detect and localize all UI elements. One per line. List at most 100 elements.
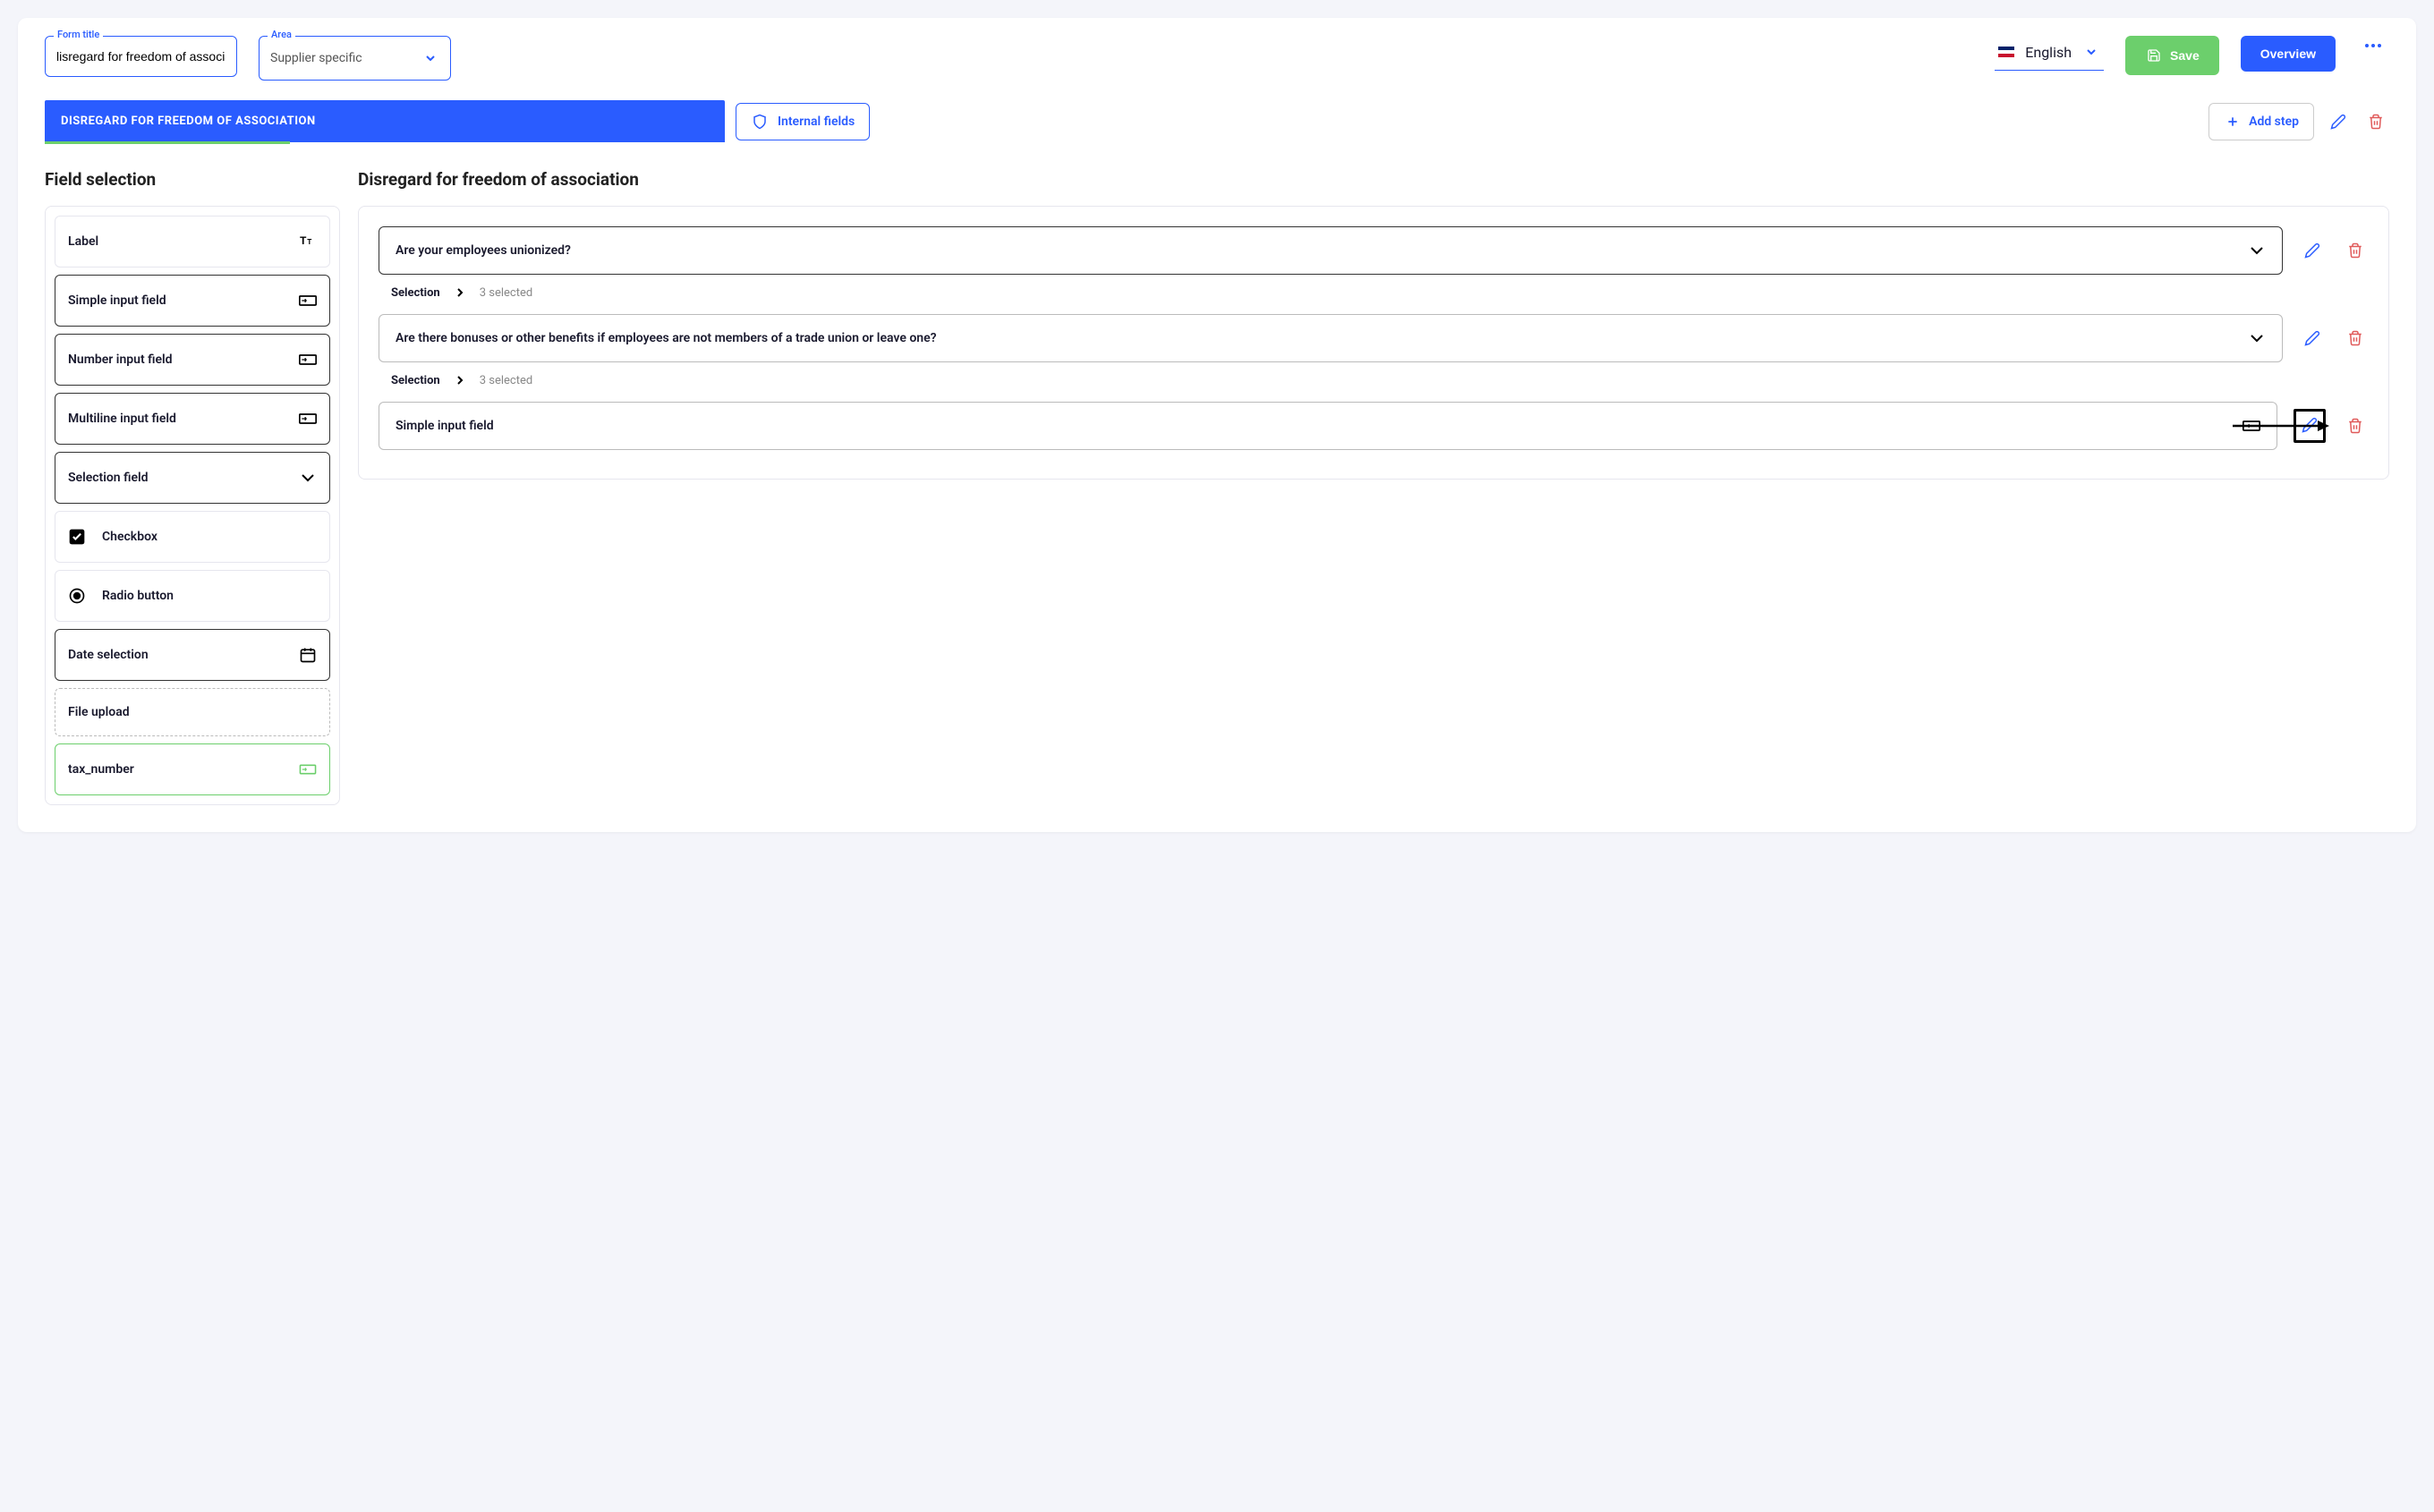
annotation-highlight [2294, 409, 2326, 443]
shield-icon [751, 113, 769, 131]
content-title: Disregard for freedom of association [358, 169, 2389, 190]
add-step-label: Add step [2249, 115, 2299, 129]
palette-item-label: File upload [68, 705, 130, 719]
edit-field-button[interactable] [2300, 415, 2319, 435]
question-box[interactable]: Simple input field [379, 402, 2277, 450]
field-palette-label[interactable]: Label TT [55, 216, 330, 268]
question-box[interactable]: Are there bonuses or other benefits if e… [379, 314, 2283, 362]
field-selection-sidebar: Field selection Label TT Simple input fi… [45, 169, 340, 805]
chevron-right-icon [451, 371, 469, 389]
area-value: Supplier specific [270, 51, 362, 65]
selection-summary: Selection 3 selected [391, 284, 2369, 302]
chevron-down-icon [299, 469, 317, 487]
palette-item-label: Multiline input field [68, 412, 176, 426]
palette-item-label: Checkbox [102, 530, 157, 544]
more-icon [2364, 43, 2382, 48]
question-text: Are your employees unionized? [396, 243, 571, 258]
palette-item-label: Label [68, 234, 98, 249]
pencil-icon [2330, 114, 2346, 130]
field-palette-list: Label TT Simple input field Number input… [45, 206, 340, 805]
checkbox-icon [68, 528, 86, 546]
svg-text:T: T [300, 234, 307, 247]
area-label: Area [268, 29, 295, 40]
palette-item-label: Number input field [68, 353, 173, 367]
main-row: Field selection Label TT Simple input fi… [45, 169, 2389, 805]
field-palette-number-input[interactable]: Number input field [55, 334, 330, 386]
trash-icon [2347, 418, 2363, 434]
palette-item-label: Date selection [68, 648, 149, 662]
edit-step-button[interactable] [2325, 108, 2352, 135]
add-step-button[interactable]: Add step [2208, 103, 2314, 140]
palette-item-label: Radio button [102, 589, 174, 603]
form-title-field-wrap: Form title [45, 36, 237, 77]
save-button[interactable]: Save [2125, 36, 2219, 75]
delete-step-button[interactable] [2362, 108, 2389, 135]
plus-icon [2224, 113, 2242, 131]
trash-icon [2368, 114, 2384, 130]
delete-field-button[interactable] [2342, 325, 2369, 352]
question-box[interactable]: Are your employees unionized? [379, 226, 2283, 275]
dropdown-icon [2082, 43, 2100, 61]
field-palette-radio[interactable]: Radio button [55, 570, 330, 622]
svg-text:T: T [307, 238, 311, 247]
dropdown-icon [421, 49, 439, 67]
selection-count: 3 selected [480, 374, 532, 387]
flag-uk-icon [1998, 47, 2014, 57]
trash-icon [2347, 330, 2363, 346]
palette-item-label: Simple input field [68, 293, 166, 308]
palette-item-label: tax_number [68, 762, 134, 777]
chevron-right-icon [451, 284, 469, 302]
field-palette-date[interactable]: Date selection [55, 629, 330, 681]
internal-fields-button[interactable]: Internal fields [736, 103, 870, 140]
step-tab-label: DISREGARD FOR FREEDOM OF ASSOCIATION [61, 115, 316, 128]
internal-fields-label: Internal fields [778, 115, 855, 129]
selection-count: 3 selected [480, 286, 532, 300]
pencil-icon [2302, 417, 2318, 433]
form-field-row: Are your employees unionized? [379, 226, 2369, 275]
more-menu-button[interactable] [2357, 36, 2389, 55]
area-field-wrap: Area Supplier specific [259, 36, 451, 81]
delete-field-button[interactable] [2342, 237, 2369, 264]
form-title-input[interactable] [45, 36, 237, 77]
edit-field-button[interactable] [2299, 237, 2326, 264]
input-icon [2243, 417, 2260, 435]
field-palette-selection[interactable]: Selection field [55, 452, 330, 504]
field-palette-checkbox[interactable]: Checkbox [55, 511, 330, 563]
calendar-icon [299, 646, 317, 664]
pencil-icon [2304, 242, 2320, 259]
pencil-icon [2304, 330, 2320, 346]
chevron-down-icon [2248, 329, 2266, 347]
selection-summary: Selection 3 selected [391, 371, 2369, 389]
text-format-icon: TT [299, 233, 317, 251]
input-icon [299, 760, 317, 778]
selection-label: Selection [391, 286, 440, 300]
input-icon [299, 351, 317, 369]
content-column: Disregard for freedom of association Are… [358, 169, 2389, 805]
form-field-row: Are there bonuses or other benefits if e… [379, 314, 2369, 362]
overview-button[interactable]: Overview [2241, 36, 2336, 72]
form-builder-card: Form title Area Supplier specific Englis… [18, 18, 2416, 832]
delete-field-button[interactable] [2342, 412, 2369, 439]
field-palette-multiline-input[interactable]: Multiline input field [55, 393, 330, 445]
trash-icon [2347, 242, 2363, 259]
language-value: English [2025, 44, 2072, 61]
save-icon [2145, 47, 2163, 64]
sidebar-title: Field selection [45, 169, 340, 190]
step-tab-active[interactable]: DISREGARD FOR FREEDOM OF ASSOCIATION [45, 100, 725, 142]
selection-label: Selection [391, 374, 440, 387]
field-palette-file-upload[interactable]: File upload [55, 688, 330, 736]
input-icon [299, 410, 317, 428]
field-palette-tax-number[interactable]: tax_number [55, 743, 330, 795]
save-label: Save [2170, 48, 2200, 63]
form-field-row: Simple input field [379, 402, 2369, 450]
question-text: Simple input field [396, 419, 494, 433]
input-icon [299, 292, 317, 310]
radio-icon [68, 587, 86, 605]
area-select[interactable]: Supplier specific [259, 36, 451, 81]
edit-field-button[interactable] [2299, 325, 2326, 352]
question-text: Are there bonuses or other benefits if e… [396, 331, 937, 345]
form-title-label: Form title [54, 29, 103, 40]
form-canvas: Are your employees unionized? [358, 206, 2389, 480]
field-palette-simple-input[interactable]: Simple input field [55, 275, 330, 327]
language-select[interactable]: English [1995, 36, 2104, 71]
